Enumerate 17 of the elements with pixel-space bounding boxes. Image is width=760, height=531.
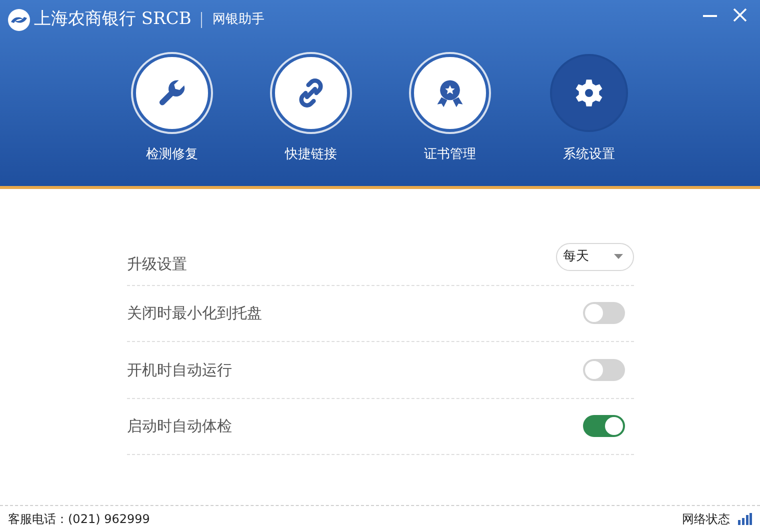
signal-icon [738, 512, 752, 524]
frequency-dropdown[interactable]: 每天 [556, 242, 634, 271]
caret-icon [614, 254, 623, 260]
setting-label: 关闭时最小化到托盘 [127, 303, 262, 324]
logo-icon [7, 8, 31, 32]
toggle-switch[interactable] [583, 302, 625, 324]
toggle-switch[interactable] [583, 415, 625, 438]
app-subtitle: 网银助手 [212, 11, 264, 30]
bank-name: 上海农商银行 SRCB [34, 8, 192, 32]
toggle-switch[interactable] [583, 358, 625, 381]
settings-icon [573, 77, 605, 109]
hotline-text: 客服电话：(021) 962999 [8, 510, 150, 528]
setting-label: 开机时自动运行 [127, 360, 232, 380]
setting-label: 启动时自动体检 [127, 416, 232, 437]
network-status-label: 网络状态 [682, 510, 730, 528]
setting-label: 升级设置 [127, 254, 187, 274]
close-icon [733, 8, 747, 22]
